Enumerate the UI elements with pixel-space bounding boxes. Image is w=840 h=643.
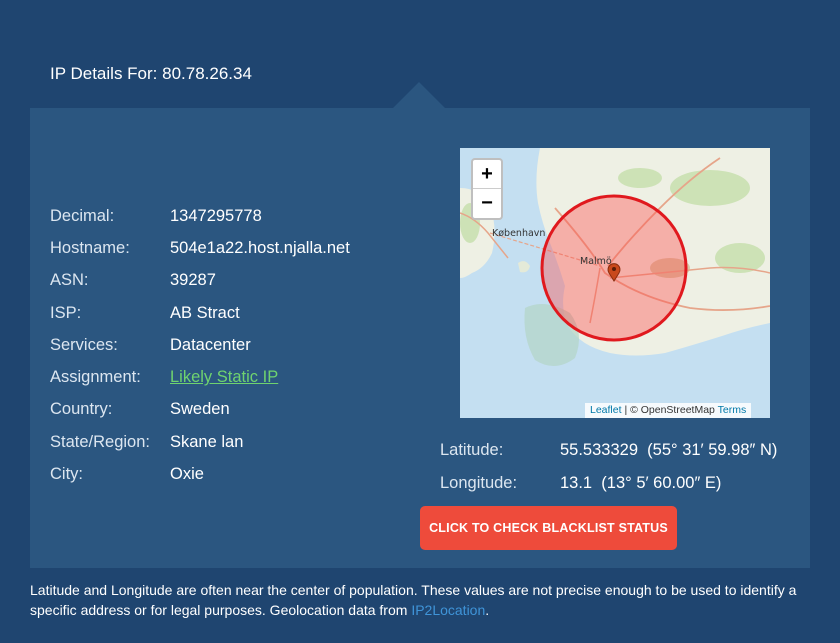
coord-value: 55.533329 (55° 31′ 59.98″ N) — [560, 441, 778, 459]
zoom-out-button[interactable]: − — [473, 189, 501, 218]
coord-label: Latitude: — [440, 441, 504, 459]
detail-label: Country: — [50, 400, 113, 419]
assignment-link[interactable]: Likely Static IP — [170, 368, 278, 387]
map-city-label: København — [492, 228, 546, 239]
coord-row-longitude: Longitude: 13.1 (13° 5′ 60.00″ E) — [440, 467, 777, 500]
detail-row-hostname: Hostname: 504e1a22.host.njalla.net — [50, 232, 350, 264]
coord-label: Longitude: — [440, 474, 518, 492]
detail-row-region: State/Region: Skane lan — [50, 426, 350, 458]
disclaimer-end: . — [485, 602, 490, 618]
ip-details-list: Decimal: 1347295778 Hostname: 504e1a22.h… — [50, 200, 350, 491]
detail-label: Decimal: — [50, 206, 115, 225]
location-map[interactable]: København Malmö — [460, 148, 770, 418]
detail-value: AB Stract — [170, 303, 240, 322]
detail-value: 1347295778 — [170, 206, 262, 225]
detail-label: Hostname: — [50, 238, 130, 257]
detail-label: Assignment: — [50, 368, 141, 387]
detail-row-assignment: Assignment: Likely Static IP — [50, 361, 350, 393]
coordinates-list: Latitude: 55.533329 (55° 31′ 59.98″ N) L… — [440, 434, 777, 500]
page-title: IP Details For: 80.78.26.34 — [50, 64, 252, 83]
attribution-text: | © OpenStreetMap — [621, 404, 718, 416]
detail-label: ASN: — [50, 271, 89, 290]
detail-value: Oxie — [170, 465, 204, 484]
check-blacklist-button[interactable]: CLICK TO CHECK BLACKLIST STATUS — [420, 506, 677, 550]
detail-label: City: — [50, 465, 83, 484]
detail-value: Sweden — [170, 400, 230, 419]
detail-row-asn: ASN: 39287 — [50, 265, 350, 297]
detail-row-isp: ISP: AB Stract — [50, 297, 350, 329]
detail-label: Services: — [50, 335, 118, 354]
detail-value: 504e1a22.host.njalla.net — [170, 238, 350, 257]
ip2location-link[interactable]: IP2Location — [411, 602, 485, 618]
coord-value: 13.1 (13° 5′ 60.00″ E) — [560, 474, 722, 492]
map-tiles — [460, 148, 770, 367]
detail-row-country: Country: Sweden — [50, 394, 350, 426]
detail-row-city: City: Oxie — [50, 458, 350, 490]
detail-label: State/Region: — [50, 432, 150, 451]
detail-label: ISP: — [50, 303, 82, 322]
panel-pointer — [393, 82, 445, 108]
terms-link[interactable]: Terms — [718, 404, 747, 416]
zoom-in-button[interactable]: + — [473, 160, 501, 189]
detail-value: Skane lan — [170, 432, 244, 451]
map-zoom-control: + − — [471, 158, 503, 220]
coord-row-latitude: Latitude: 55.533329 (55° 31′ 59.98″ N) — [440, 434, 777, 467]
leaflet-link[interactable]: Leaflet — [590, 404, 622, 416]
detail-value: 39287 — [170, 271, 216, 290]
map-city-label: Malmö — [580, 256, 612, 267]
map-attribution: Leaflet | © OpenStreetMap Terms — [585, 403, 752, 418]
geolocation-disclaimer: Latitude and Longitude are often near th… — [30, 580, 820, 620]
detail-row-services: Services: Datacenter — [50, 329, 350, 361]
detail-row-decimal: Decimal: 1347295778 — [50, 200, 350, 232]
detail-value: Datacenter — [170, 335, 251, 354]
